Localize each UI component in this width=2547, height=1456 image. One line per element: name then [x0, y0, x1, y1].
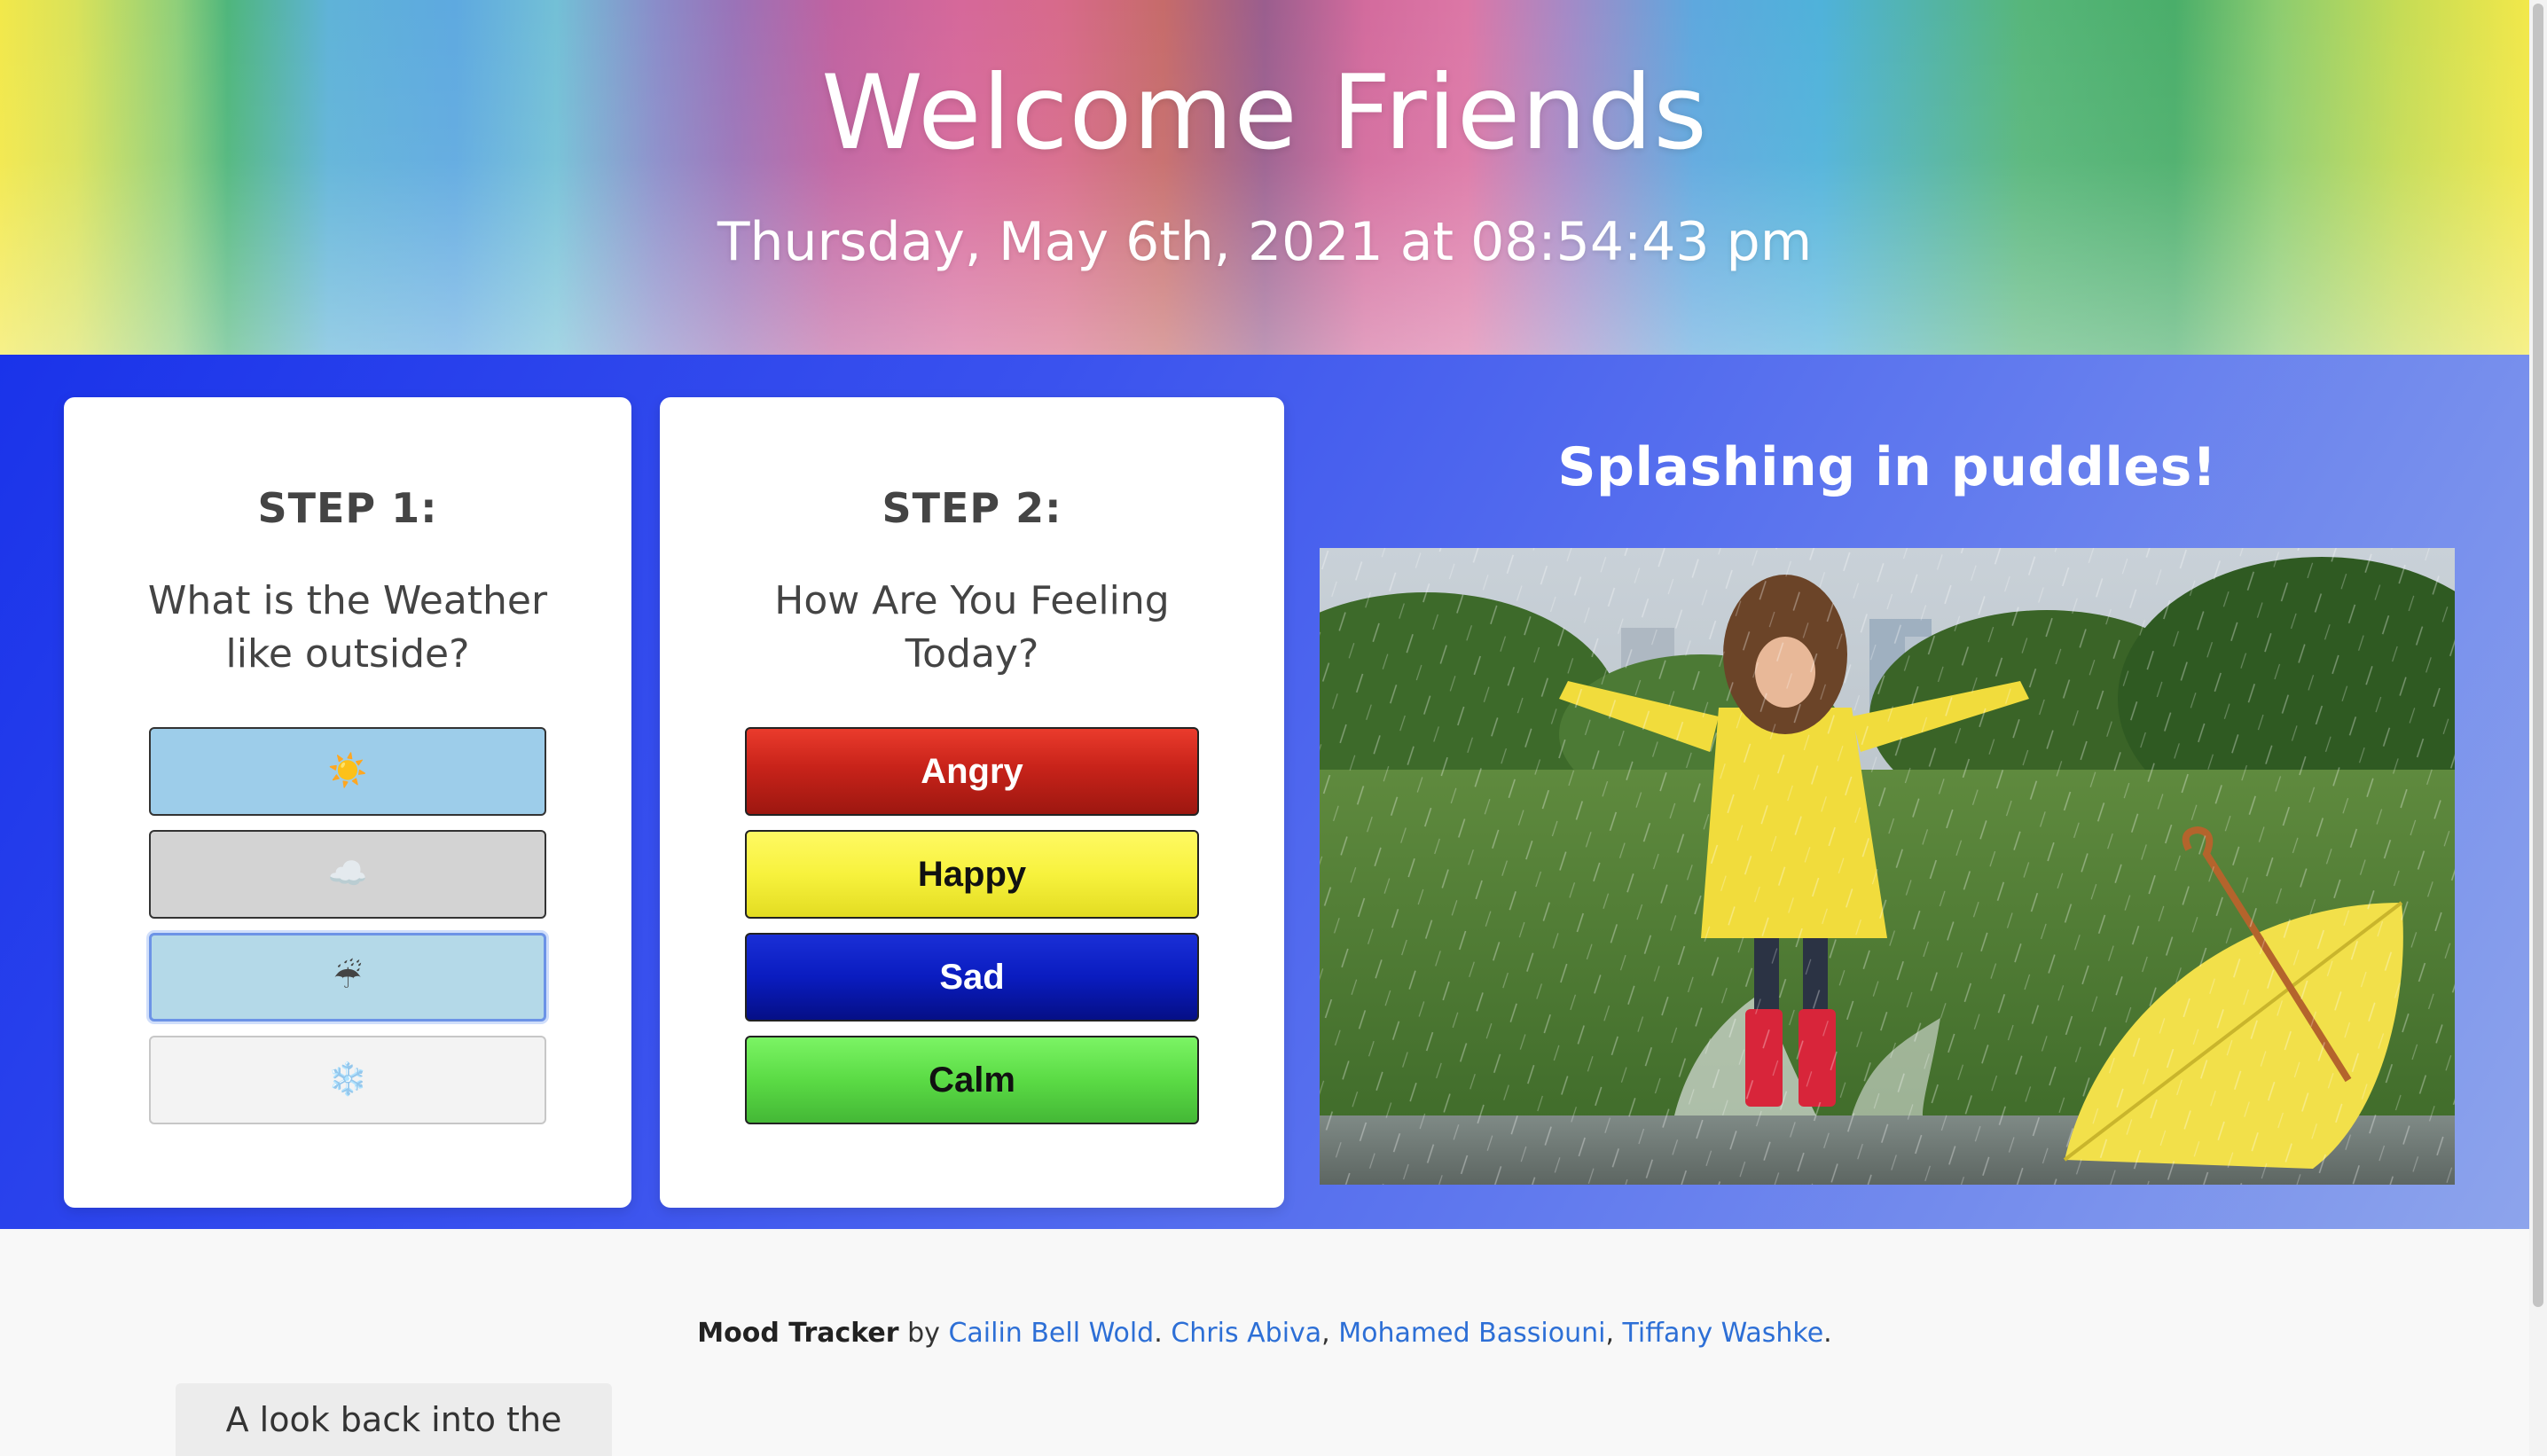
step2-label: STEP 2: [882, 484, 1062, 532]
page-scrollbar[interactable] [2529, 0, 2547, 1456]
credits-separator: , [1605, 1318, 1614, 1349]
snowflake-icon: ❄️ [327, 1061, 368, 1098]
feature-photo [1320, 548, 2455, 1185]
weather-question: What is the Weather like outside? [147, 578, 548, 677]
mood-question: How Are You Feeling Today? [774, 578, 1170, 677]
history-button[interactable]: A look back into the past... [176, 1383, 612, 1456]
step1-card: STEP 1: What is the Weather like outside… [64, 397, 631, 1208]
step2-card: STEP 2: How Are You Feeling Today? Angry… [660, 397, 1284, 1208]
author-link-3[interactable]: Mohamed Bassiouni [1338, 1318, 1605, 1349]
credits-separator: , [1321, 1318, 1330, 1349]
feature-caption: Splashing in puddles! [1557, 436, 2217, 498]
page-title: Welcome Friends [821, 53, 1708, 173]
credits-separator: . [1823, 1318, 1832, 1349]
weather-cloudy-button[interactable]: ☁️ [149, 830, 546, 919]
cloud-icon: ☁️ [327, 856, 368, 892]
header-banner: Welcome Friends Thursday, May 6th, 2021 … [0, 0, 2529, 355]
weather-sunny-button[interactable]: ☀️ [149, 727, 546, 816]
weather-rainy-button[interactable]: ☔ [149, 933, 546, 1022]
credits-separator: . [1154, 1318, 1163, 1349]
main-band: STEP 1: What is the Weather like outside… [0, 355, 2529, 1229]
app-brand: Mood Tracker [697, 1318, 899, 1349]
mood-angry-button[interactable]: Angry [745, 727, 1199, 816]
author-link-1[interactable]: Cailin Bell Wold [948, 1318, 1154, 1349]
author-link-2[interactable]: Chris Abiva [1171, 1318, 1321, 1349]
umbrella-rain-icon: ☔ [333, 959, 363, 996]
weather-snowy-button[interactable]: ❄️ [149, 1036, 546, 1124]
mood-happy-button[interactable]: Happy [745, 830, 1199, 919]
author-link-4[interactable]: Tiffany Washke [1623, 1318, 1824, 1349]
step1-label: STEP 1: [257, 484, 438, 532]
credits-by: by [907, 1318, 940, 1349]
scrollbar-thumb[interactable] [2533, 4, 2543, 1307]
mood-calm-button[interactable]: Calm [745, 1036, 1199, 1124]
credits-line: Mood Tracker by Cailin Bell Wold. Chris … [0, 1318, 2529, 1349]
sun-icon: ☀️ [327, 753, 368, 789]
current-datetime: Thursday, May 6th, 2021 at 08:54:43 pm [717, 211, 1813, 273]
puddle-jumping-illustration [1320, 548, 2455, 1185]
mood-sad-button[interactable]: Sad [745, 933, 1199, 1022]
